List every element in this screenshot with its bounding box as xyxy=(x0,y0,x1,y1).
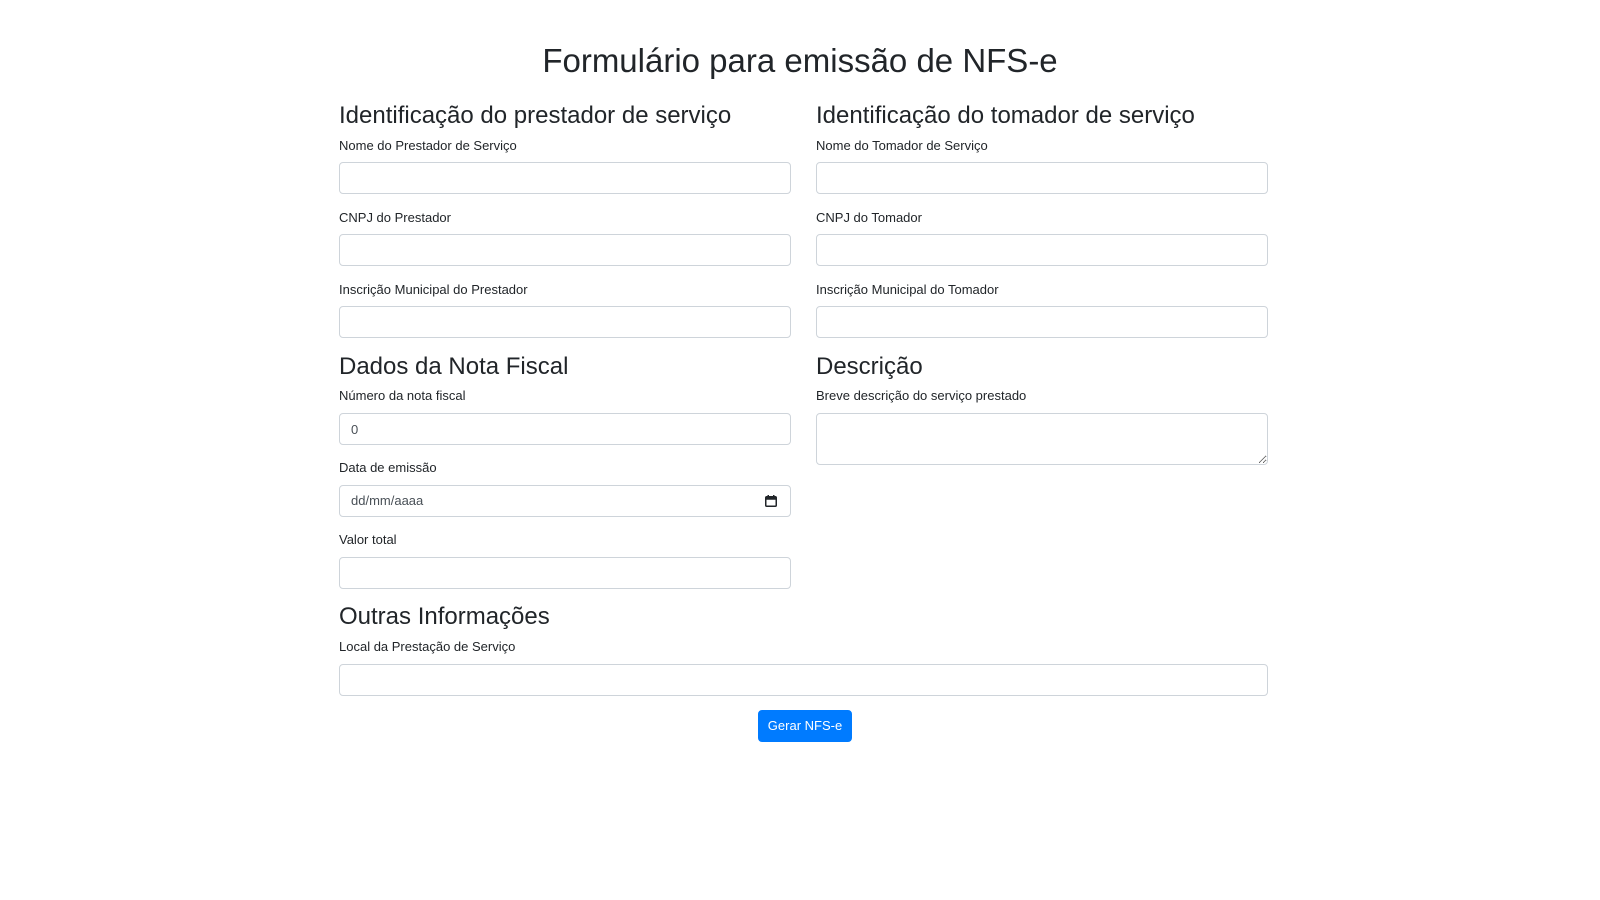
page-title: Formulário para emissão de NFS-e xyxy=(542,42,1058,79)
data-emissao-input[interactable]: dd/mm/aaaa xyxy=(339,485,791,517)
label-cnpj-tomador: CNPJ do Tomador xyxy=(816,210,922,225)
data-emissao-placeholder: dd/mm/aaaa xyxy=(351,493,424,508)
label-inscricao-tomador: Inscrição Municipal do Tomador xyxy=(816,282,999,297)
section-title-descricao: Descrição xyxy=(816,353,923,380)
label-nome-prestador: Nome do Prestador de Serviço xyxy=(339,138,517,153)
cnpj-tomador-input[interactable] xyxy=(816,234,1268,266)
label-nome-tomador: Nome do Tomador de Serviço xyxy=(816,138,988,153)
inscricao-prestador-input[interactable] xyxy=(339,306,791,338)
gerar-nfse-button[interactable]: Gerar NFS-e xyxy=(758,710,852,742)
nome-tomador-input[interactable] xyxy=(816,162,1268,194)
valor-total-input[interactable] xyxy=(339,557,791,589)
label-inscricao-prestador: Inscrição Municipal do Prestador xyxy=(339,282,528,297)
calendar-icon[interactable] xyxy=(765,495,777,507)
inscricao-tomador-input[interactable] xyxy=(816,306,1268,338)
label-data-emissao: Data de emissão xyxy=(339,460,437,475)
section-title-prestador: Identificação do prestador de serviço xyxy=(339,102,732,129)
section-title-outras-informacoes: Outras Informações xyxy=(339,603,550,630)
breve-descricao-textarea[interactable] xyxy=(816,413,1268,465)
numero-nota-input[interactable] xyxy=(339,413,791,445)
label-numero-nota: Número da nota fiscal xyxy=(339,388,466,403)
nome-prestador-input[interactable] xyxy=(339,162,791,194)
label-local-prestacao: Local da Prestação de Serviço xyxy=(339,639,516,654)
section-title-nota-fiscal: Dados da Nota Fiscal xyxy=(339,353,569,380)
label-cnpj-prestador: CNPJ do Prestador xyxy=(339,210,451,225)
label-breve-descricao: Breve descrição do serviço prestado xyxy=(816,388,1027,403)
label-valor-total: Valor total xyxy=(339,532,397,547)
section-title-tomador: Identificação do tomador de serviço xyxy=(816,102,1195,129)
cnpj-prestador-input[interactable] xyxy=(339,234,791,266)
local-prestacao-input[interactable] xyxy=(339,664,1268,696)
